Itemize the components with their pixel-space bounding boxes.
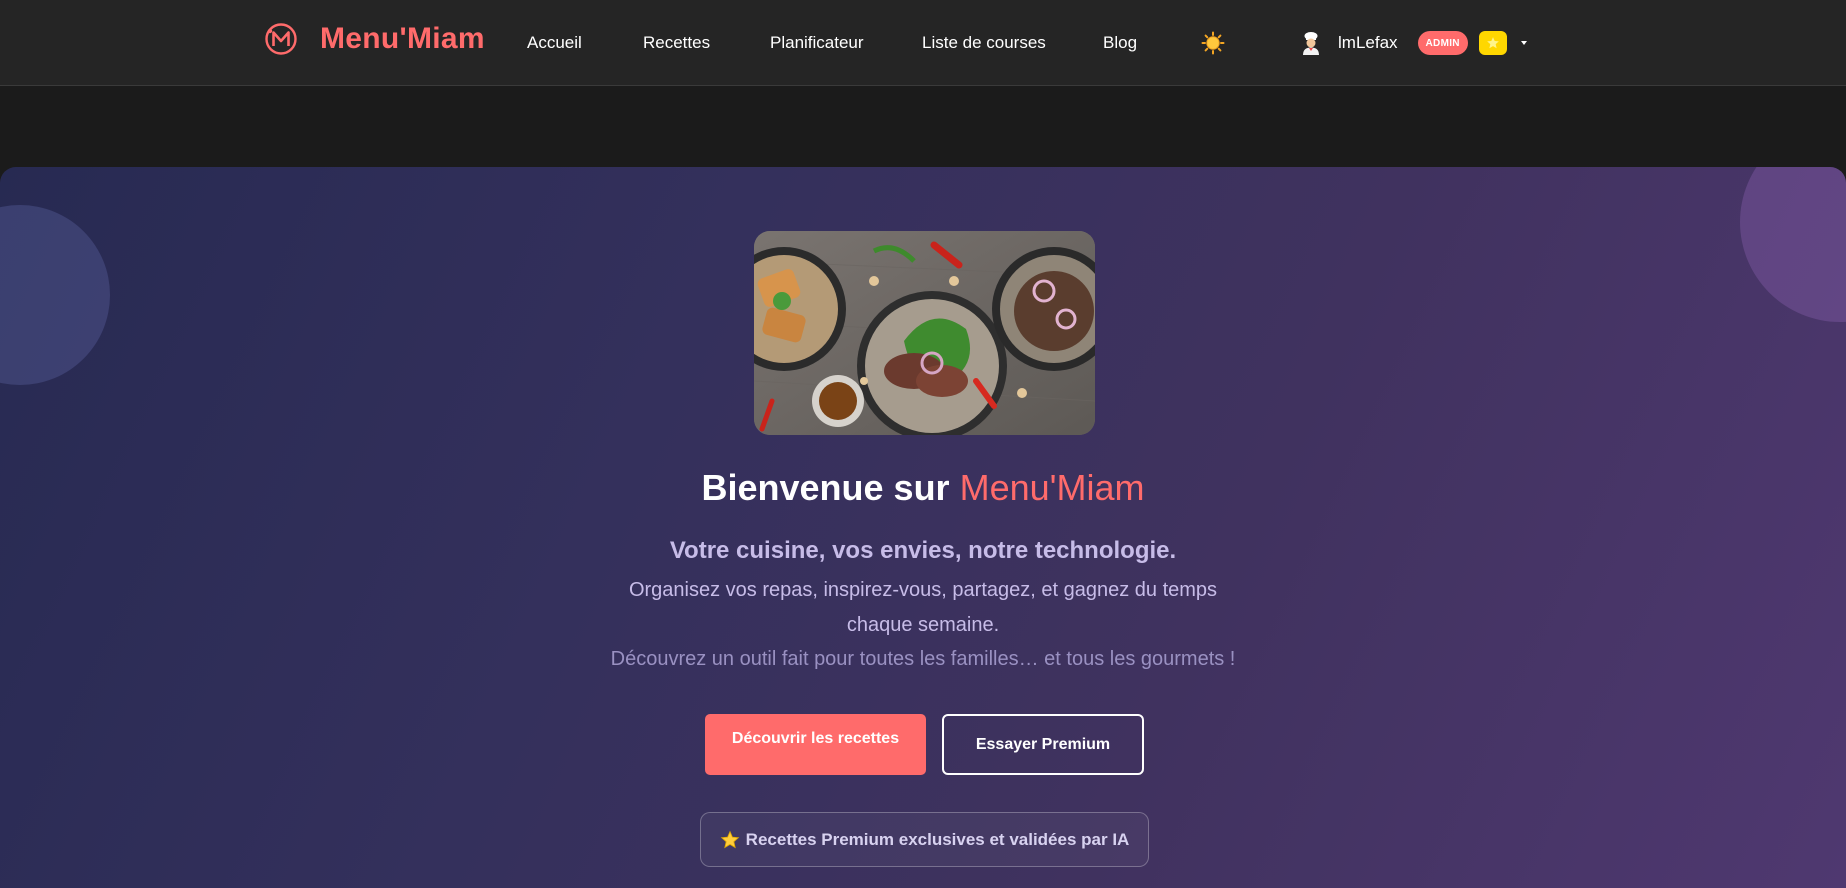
- sun-icon[interactable]: [1201, 31, 1225, 55]
- nav-link-planificateur[interactable]: Planificateur: [770, 33, 864, 53]
- premium-star-badge: [1478, 31, 1507, 55]
- discover-recipes-button[interactable]: Découvrir les recettes: [705, 714, 926, 775]
- caret-down-icon: [1520, 41, 1527, 45]
- star-icon: [1486, 37, 1499, 49]
- hero-title-brand: Menu'Miam: [959, 467, 1145, 508]
- hero-note: Découvrez un outil fait pour toutes les …: [610, 648, 1236, 670]
- hero-description: Organisez vos repas, inspirez-vous, part…: [628, 579, 1218, 636]
- nav-link-recettes[interactable]: Recettes: [643, 33, 710, 53]
- admin-badge: ADMIN: [1417, 31, 1468, 55]
- hero-subtitle: Votre cuisine, vos envies, notre technol…: [669, 537, 1177, 564]
- decorative-circle: [0, 205, 110, 385]
- hero-food-image: [754, 231, 1095, 435]
- nav-link-liste-de-courses[interactable]: Liste de courses: [922, 33, 1046, 53]
- menumiam-logo-icon: [265, 23, 297, 55]
- nav-link-accueil[interactable]: Accueil: [527, 33, 582, 53]
- hero-title-prefix: Bienvenue sur: [701, 467, 960, 508]
- top-navbar: Menu'Miam Accueil Recettes Planificateur…: [0, 0, 1846, 86]
- brand-name: Menu'Miam: [320, 22, 485, 55]
- user-name: lmLefax: [1338, 33, 1398, 52]
- chef-avatar-icon: [1303, 32, 1319, 55]
- premium-recipes-banner: Recettes Premium exclusives et validées …: [700, 812, 1149, 867]
- brand-home-link[interactable]: Menu'Miam: [264, 22, 485, 56]
- hero-section: Bienvenue sur Menu'Miam Votre cuisine, v…: [0, 167, 1846, 888]
- premium-banner-text: Recettes Premium exclusives et validées …: [745, 829, 1130, 849]
- user-menu-toggle[interactable]: lmLefax ADMIN: [1300, 28, 1527, 58]
- hero-title: Bienvenue sur Menu'Miam: [0, 467, 1846, 509]
- nav-link-blog[interactable]: Blog: [1103, 33, 1137, 53]
- try-premium-button[interactable]: Essayer Premium: [942, 714, 1144, 775]
- decorative-circle: [1740, 167, 1846, 322]
- star-icon: [720, 830, 740, 848]
